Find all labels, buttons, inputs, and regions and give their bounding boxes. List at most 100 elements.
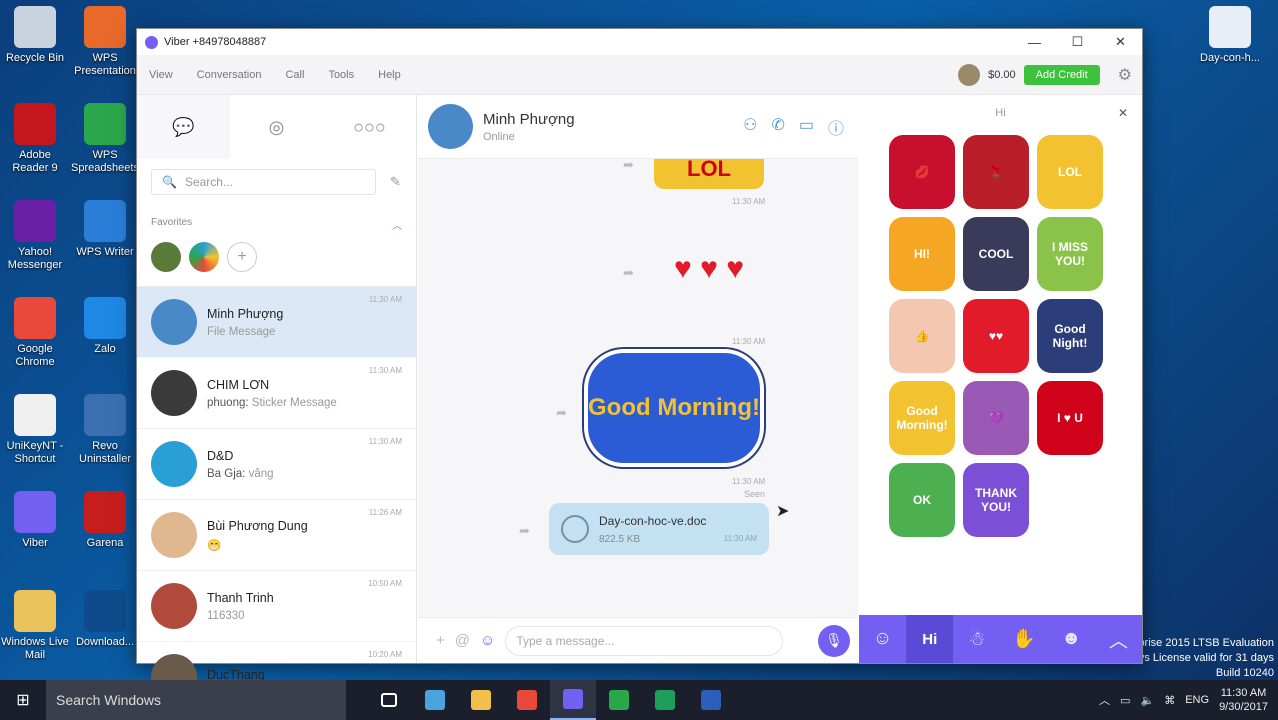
sticker-item[interactable]: 👍 — [889, 299, 955, 373]
sticker-item[interactable]: ♥♥ — [963, 299, 1029, 373]
desktop-icon[interactable]: Windows Live Mail — [0, 590, 70, 662]
clock[interactable]: 11:30 AM 9/30/2017 — [1219, 686, 1268, 714]
sticker-item[interactable]: 🌹 — [963, 135, 1029, 209]
favorite-avatar[interactable] — [151, 242, 181, 272]
sticker-item[interactable]: LOL — [1037, 135, 1103, 209]
desktop-icon[interactable]: Google Chrome — [0, 297, 70, 369]
sticker-pack-tab[interactable]: ✋ — [1001, 615, 1048, 663]
volume-icon[interactable]: 🔈 — [1141, 694, 1155, 707]
desktop-icon[interactable]: Zalo — [70, 297, 140, 356]
desktop-icon[interactable]: Garena — [70, 491, 140, 550]
hi-sticker-tab[interactable]: Hi — [906, 615, 954, 663]
sticker-message[interactable]: ♥ ♥ ♥ — [650, 215, 768, 323]
taskbar-search[interactable]: Search Windows — [46, 680, 346, 720]
chats-tab[interactable]: 💬 — [137, 95, 230, 159]
desktop-icon[interactable]: Day-con-h... — [1194, 6, 1266, 65]
desktop-icon[interactable]: Adobe Reader 9 — [0, 103, 70, 175]
add-favorite-button[interactable]: + — [227, 242, 257, 272]
close-icon[interactable]: ✕ — [1118, 106, 1128, 120]
contact-list-item[interactable]: CHIM LƠN phuong: Sticker Message 11:30 AM — [137, 358, 416, 429]
microphone-icon[interactable]: 🎙 — [818, 624, 850, 657]
windows-start-icon[interactable]: ⊞ — [0, 680, 46, 720]
contact-name: Minh Phượng — [483, 110, 575, 128]
forward-icon[interactable]: ➦ — [623, 159, 634, 173]
sticker-icon[interactable]: ☺ — [480, 632, 495, 649]
emoji-tab[interactable]: ☺ — [859, 615, 906, 663]
minimize-button[interactable]: — — [1013, 29, 1056, 55]
collapse-icon[interactable]: ︿ — [392, 217, 402, 232]
sticker-item[interactable]: OK — [889, 463, 955, 537]
sticker-item[interactable]: THANK YOU! — [963, 463, 1029, 537]
desktop-icon[interactable]: Recycle Bin — [0, 6, 70, 65]
file-message[interactable]: Day-con-hoc-ve.doc 822.5 KB 11:30 AM — [549, 503, 769, 555]
sticker-message[interactable]: Good Morning! — [584, 349, 764, 467]
maximize-button[interactable]: ☐ — [1056, 29, 1099, 55]
desktop-icon[interactable]: WPS Writer — [70, 200, 140, 259]
network-icon[interactable]: ⌘ — [1164, 694, 1175, 707]
taskbar-app-green[interactable] — [642, 680, 688, 720]
info-icon[interactable]: ⓘ — [828, 115, 844, 139]
sticker-item[interactable]: I ♥ U — [1037, 381, 1103, 455]
account-avatar[interactable] — [958, 63, 981, 86]
sticker-item[interactable]: 💋 — [889, 135, 955, 209]
gear-icon[interactable]: ⚙ — [1118, 65, 1132, 85]
add-credit-button[interactable]: Add Credit — [1023, 64, 1100, 85]
contact-list-item[interactable]: Bùi Phương Dung 😁 11:26 AM — [137, 500, 416, 571]
compose-icon[interactable]: ✎ — [390, 174, 401, 190]
sticker-pack-tab[interactable]: ☃ — [953, 615, 1000, 663]
app-icon — [14, 200, 56, 242]
search-input[interactable]: 🔍 Search... — [151, 169, 376, 195]
phone-icon[interactable]: ✆ — [771, 115, 784, 139]
desktop-icon[interactable]: Download... — [70, 590, 140, 649]
menu-tools[interactable]: Tools — [316, 69, 366, 81]
taskbar-file-explorer[interactable] — [458, 680, 504, 720]
contact-avatar[interactable] — [428, 104, 473, 149]
taskbar-viber[interactable] — [550, 680, 596, 720]
sticker-message[interactable]: LOL — [654, 159, 764, 189]
taskbar-app-1[interactable] — [412, 680, 458, 720]
desktop-icon[interactable]: Yahoo! Messenger — [0, 200, 70, 272]
public-accounts-tab[interactable]: ◎ — [230, 95, 323, 159]
taskbar-word[interactable] — [688, 680, 734, 720]
expand-tab[interactable]: ︿ — [1095, 615, 1142, 663]
message-list[interactable]: ➦ LOL 11:30 AM ➦ ♥ ♥ ♥ 11:30 AM ➦ Good M… — [418, 159, 858, 619]
add-participant-icon[interactable]: ⚇ — [743, 115, 757, 139]
taskbar-task-view[interactable] — [366, 680, 412, 720]
more-tab[interactable]: ○○○ — [323, 95, 416, 159]
sticker-item[interactable]: HI! — [889, 217, 955, 291]
desktop-icon[interactable]: UniKeyNT - Shortcut — [0, 394, 70, 466]
chevron-up-icon[interactable]: ︿ — [1099, 692, 1110, 708]
language-indicator[interactable]: ENG — [1185, 694, 1209, 706]
sticker-item[interactable]: 💜 — [963, 381, 1029, 455]
sticker-pack-tab[interactable]: ☻ — [1048, 615, 1095, 663]
battery-icon[interactable]: ▭ — [1120, 694, 1130, 707]
desktop-icon[interactable]: WPS Presentation — [70, 6, 140, 78]
sticker-item[interactable]: COOL — [963, 217, 1029, 291]
video-icon[interactable]: ▭ — [799, 115, 814, 139]
desktop-icon[interactable]: Revo Uninstaller — [70, 394, 140, 466]
contact-list-item[interactable]: Thanh Trinh 116330 10:50 AM — [137, 571, 416, 642]
message-input[interactable]: Type a message... — [505, 625, 784, 656]
forward-icon[interactable]: ➦ — [519, 523, 530, 539]
contact-list-item[interactable]: Minh Phượng File Message 11:30 AM — [137, 287, 416, 358]
sticker-item[interactable]: I MISS YOU! — [1037, 217, 1103, 291]
forward-icon[interactable]: ➦ — [623, 265, 634, 281]
menu-conversation[interactable]: Conversation — [185, 69, 274, 81]
close-button[interactable]: ✕ — [1099, 29, 1142, 55]
desktop-icon[interactable]: WPS Spreadsheets — [70, 103, 140, 175]
mention-icon[interactable]: @ — [455, 632, 470, 649]
desktop-icon[interactable]: Viber — [0, 491, 70, 550]
menu-call[interactable]: Call — [273, 69, 316, 81]
menu-help[interactable]: Help — [366, 69, 413, 81]
sticker-item[interactable]: Good Morning! — [889, 381, 955, 455]
taskbar-wps-spreadsheet[interactable] — [596, 680, 642, 720]
file-download-icon[interactable] — [561, 515, 589, 543]
plus-icon[interactable]: + — [436, 632, 445, 649]
sticker-item[interactable]: Good Night! — [1037, 299, 1103, 373]
contact-list-item[interactable]: D&D Ba Gja: vâng 11:30 AM — [137, 429, 416, 500]
title-bar[interactable]: Viber +84978048887 — ☐ ✕ — [137, 29, 1142, 55]
favorite-avatar[interactable] — [189, 242, 219, 272]
taskbar-chrome[interactable] — [504, 680, 550, 720]
forward-icon[interactable]: ➦ — [556, 405, 567, 421]
menu-view[interactable]: View — [137, 69, 185, 81]
